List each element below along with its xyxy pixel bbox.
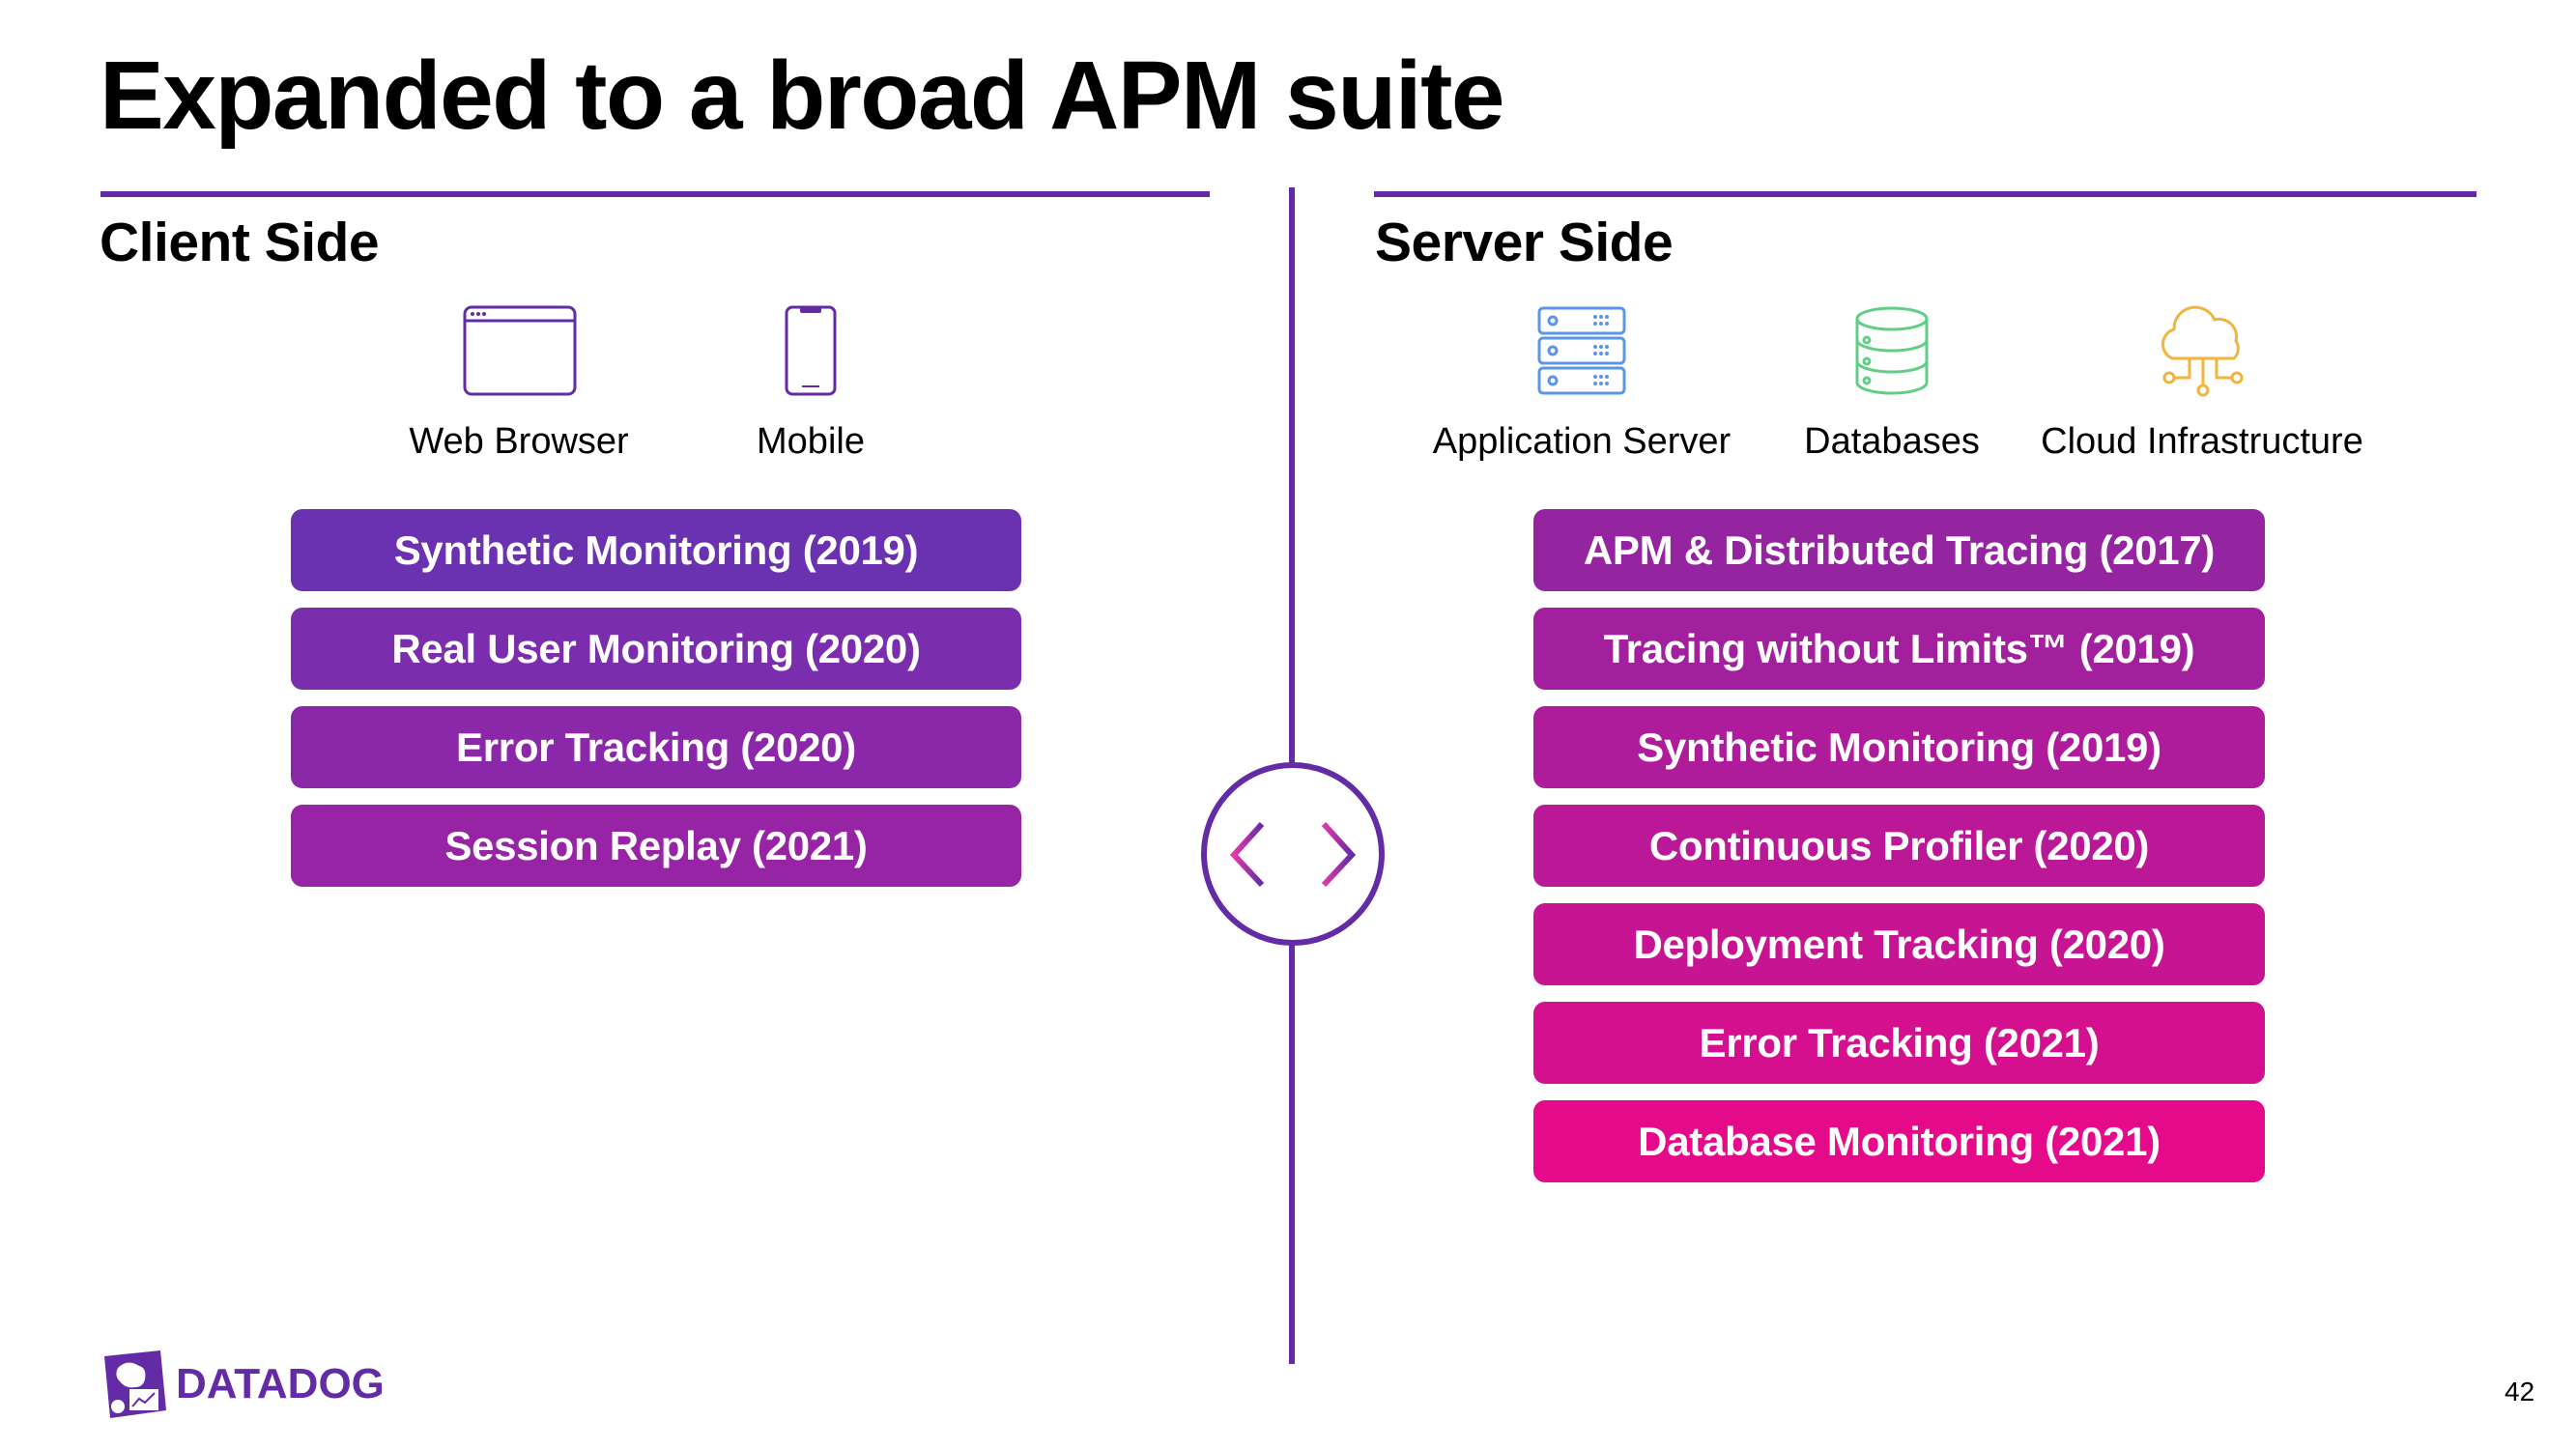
server-side-heading: Server Side bbox=[1375, 212, 1674, 273]
cloud-network-icon bbox=[2161, 305, 2244, 397]
server-rack-icon bbox=[1537, 306, 1626, 395]
source-label-cloud-infrastructure: Cloud Infrastructure bbox=[2041, 421, 2363, 462]
server-product-label: Continuous Profiler (2020) bbox=[1648, 822, 2150, 868]
server-product-label: APM & Distributed Tracing (2017) bbox=[1583, 526, 2216, 573]
client-product-box: Real User Monitoring (2020) bbox=[291, 608, 1021, 690]
server-product-box: Synthetic Monitoring (2019) bbox=[1533, 706, 2265, 788]
client-product-box: Session Replay (2021) bbox=[291, 805, 1021, 887]
client-product-box: Synthetic Monitoring (2019) bbox=[291, 509, 1021, 591]
server-product-box: Database Monitoring (2021) bbox=[1533, 1100, 2265, 1182]
client-divider-line bbox=[100, 191, 1210, 197]
browser-window-icon bbox=[463, 305, 577, 396]
server-product-label: Deployment Tracking (2020) bbox=[1633, 921, 2165, 967]
client-product-label: Session Replay (2021) bbox=[444, 822, 868, 868]
server-product-label: Tracing without Limits™ (2019) bbox=[1603, 625, 2195, 671]
source-label-mobile: Mobile bbox=[757, 421, 865, 462]
source-label-databases: Databases bbox=[1804, 421, 1980, 462]
server-product-box: APM & Distributed Tracing (2017) bbox=[1533, 509, 2265, 591]
source-label-web-browser: Web Browser bbox=[409, 421, 629, 462]
client-side-heading: Client Side bbox=[100, 212, 380, 273]
slide-title: Expanded to a broad APM suite bbox=[100, 42, 1504, 150]
client-product-label: Real User Monitoring (2020) bbox=[391, 625, 921, 671]
client-product-label: Error Tracking (2020) bbox=[456, 724, 856, 770]
server-product-label: Error Tracking (2021) bbox=[1699, 1019, 2100, 1065]
server-product-label: Database Monitoring (2021) bbox=[1638, 1118, 2161, 1164]
database-icon bbox=[1855, 306, 1929, 395]
datadog-logo-icon bbox=[104, 1350, 166, 1418]
client-product-label: Synthetic Monitoring (2019) bbox=[393, 526, 919, 573]
server-product-box: Continuous Profiler (2020) bbox=[1533, 805, 2265, 887]
source-label-application-server: Application Server bbox=[1432, 421, 1732, 462]
server-divider-line bbox=[1374, 191, 2476, 197]
server-product-box: Error Tracking (2021) bbox=[1533, 1002, 2265, 1084]
server-product-label: Synthetic Monitoring (2019) bbox=[1637, 724, 2161, 770]
mobile-phone-icon bbox=[785, 305, 837, 396]
server-product-box: Deployment Tracking (2020) bbox=[1533, 903, 2265, 985]
server-product-box: Tracing without Limits™ (2019) bbox=[1533, 608, 2265, 690]
datadog-logo-text: DATADOG bbox=[176, 1360, 385, 1407]
page-number: 42 bbox=[2504, 1377, 2535, 1406]
client-product-box: Error Tracking (2020) bbox=[291, 706, 1021, 788]
bidirectional-arrow-icon bbox=[1201, 762, 1385, 946]
